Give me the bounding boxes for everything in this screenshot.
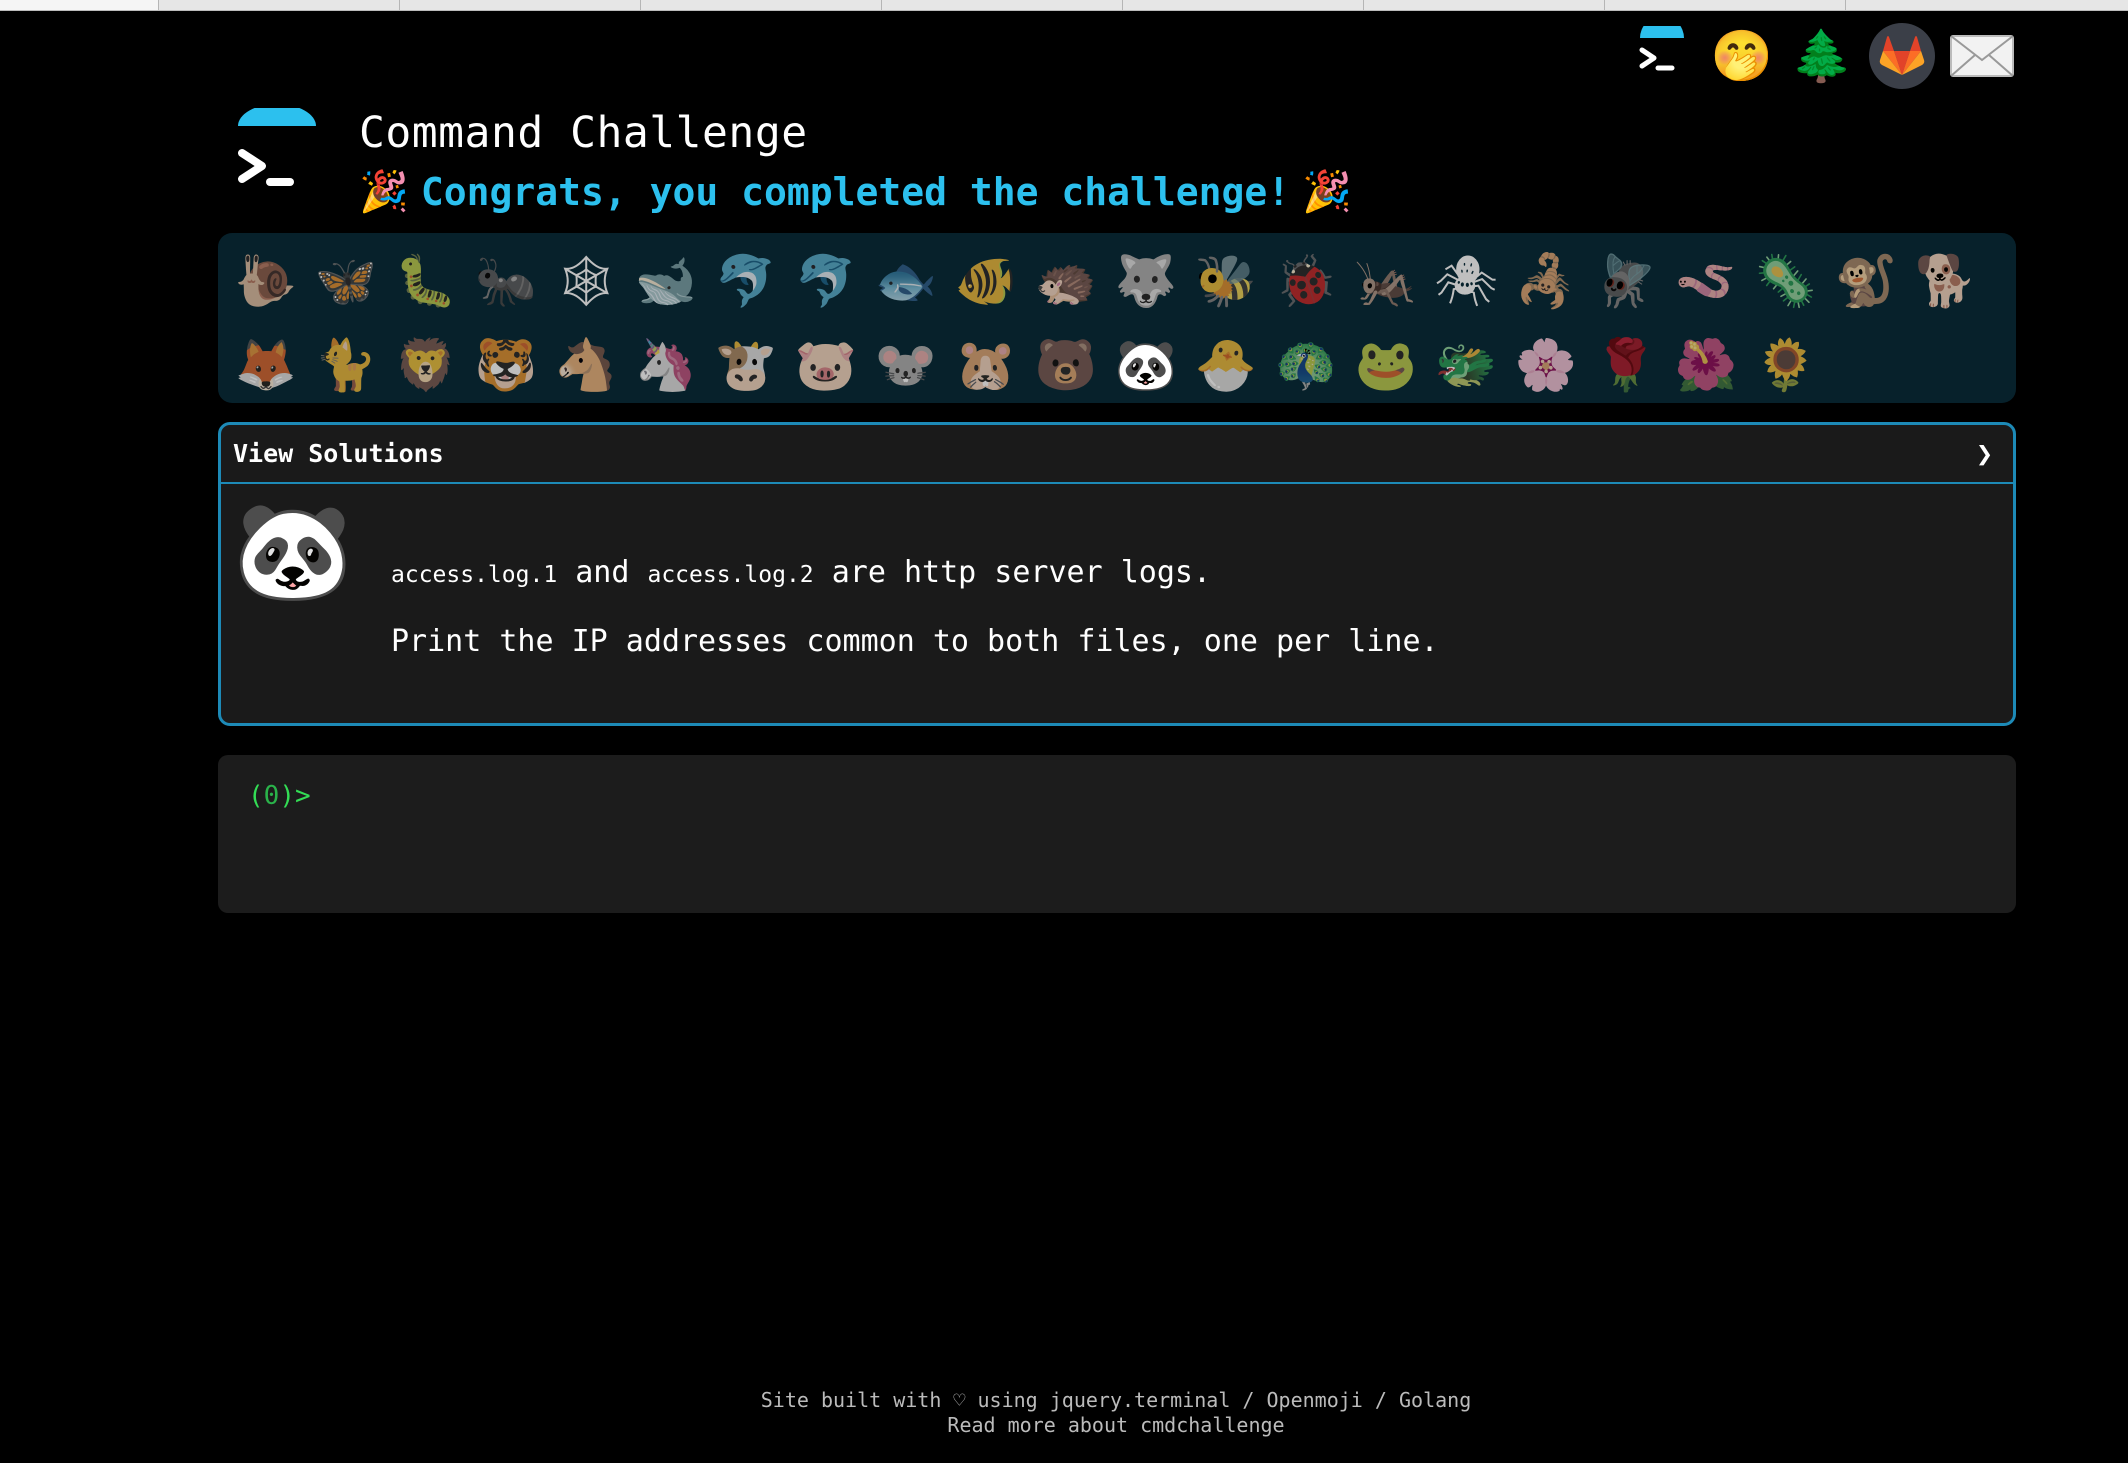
challenge-icon[interactable]: 🐣 [1186, 325, 1266, 405]
party-popper-icon: 🎉 [359, 169, 409, 215]
challenge-icon[interactable]: 🦗 [1346, 241, 1426, 321]
view-solutions-label: View Solutions [233, 439, 444, 468]
browser-tab[interactable] [400, 0, 641, 10]
challenge-icon[interactable]: 🐛 [386, 241, 466, 321]
logo-icon[interactable] [232, 104, 322, 198]
challenge-icon[interactable]: 🐌 [226, 241, 306, 321]
challenge-icon[interactable]: 🐋 [626, 241, 706, 321]
description-text: and [575, 555, 630, 590]
description-line-2: Print the IP addresses common to both fi… [391, 624, 1439, 659]
about-link[interactable]: Read more about cmdchallenge [947, 1413, 1284, 1437]
challenge-icon[interactable]: 🐕 [1906, 241, 1986, 321]
challenge-icon[interactable]: 🐼 [1106, 325, 1186, 405]
prompt-symbol: )> [279, 781, 311, 811]
terminal-input[interactable]: (0)> [218, 755, 2016, 913]
description-text: are http server logs. [831, 555, 1212, 590]
challenge-icon[interactable]: 🌺 [1666, 325, 1746, 405]
challenge-icon[interactable]: 🐴 [546, 325, 626, 405]
challenge-icon[interactable]: 🐷 [786, 325, 866, 405]
challenge-icon[interactable]: 🌹 [1586, 325, 1666, 405]
challenge-icon[interactable]: 🐞 [1266, 241, 1346, 321]
challenge-icon[interactable]: 🐬 [786, 241, 866, 321]
challenge-icon[interactable]: 🐭 [866, 325, 946, 405]
party-popper-icon: 🎉 [1302, 169, 1352, 215]
browser-tab[interactable] [1123, 0, 1364, 10]
challenge-icon[interactable]: 🐟 [866, 241, 946, 321]
file-name: access.log.1 [391, 562, 558, 588]
challenge-icon[interactable]: 🐝 [1186, 241, 1266, 321]
challenge-row: 🦊 🐈 🦁 🐯 🐴 🦄 🐮 🐷 🐭 🐹 🐻 🐼 🐣 🦚 🐸 🐲 🌸 🌹 🌺 🌻 [226, 323, 2016, 407]
jquery-terminal-link[interactable]: jquery.terminal [1050, 1388, 1231, 1412]
file-name: access.log.2 [647, 562, 814, 588]
challenge-icon[interactable]: 🐺 [1106, 241, 1186, 321]
footer-separator: / [1242, 1388, 1255, 1412]
challenge-icon[interactable]: 🕷 [1426, 241, 1506, 321]
view-solutions-toggle[interactable]: View Solutions ❯ [221, 425, 2013, 484]
congrats-text: Congrats, you completed the challenge! [420, 169, 1291, 214]
challenge-icon[interactable]: 🦊 [226, 325, 306, 405]
browser-tab[interactable] [1364, 0, 1605, 10]
challenge-icon[interactable]: 🪱 [1666, 241, 1746, 321]
browser-tab[interactable] [0, 0, 159, 10]
challenge-avatar-icon: 🐼 [233, 495, 353, 607]
prompt-exit-code: 0 [263, 781, 280, 811]
challenge-icon[interactable]: 🐜 [466, 241, 546, 321]
challenge-icon[interactable]: 🐒 [1826, 241, 1906, 321]
footer-line-2: Read more about cmdchallenge [0, 1413, 2128, 1438]
gitlab-logo [1869, 23, 1935, 89]
challenge-icon[interactable]: 🦠 [1746, 241, 1826, 321]
browser-tab[interactable] [159, 0, 400, 10]
challenge-icon[interactable]: 🐠 [946, 241, 1026, 321]
chevron-right-icon: ❯ [1976, 437, 1993, 470]
challenge-icon[interactable]: 🐹 [946, 325, 1026, 405]
footer: Site built with ♡ using jquery.terminal … [0, 1388, 2128, 1438]
secret-icon[interactable]: 🤭 [1702, 16, 1782, 96]
challenge-panel: View Solutions ❯ 🐼 access.log.1 and acce… [218, 422, 2016, 726]
footer-separator: / [1374, 1388, 1387, 1412]
golang-link[interactable]: Golang [1399, 1388, 1471, 1412]
challenge-icon[interactable]: 🌸 [1506, 325, 1586, 405]
challenge-icon[interactable]: 🪰 [1586, 241, 1666, 321]
terminal-prompt: (0)> [248, 781, 311, 811]
challenge-icon[interactable]: 🐻 [1026, 325, 1106, 405]
challenge-icon[interactable]: 🦚 [1266, 325, 1346, 405]
challenge-icon[interactable]: 🐸 [1346, 325, 1426, 405]
challenge-icon[interactable]: 🕸 [546, 241, 626, 321]
challenge-icon[interactable]: 🌻 [1746, 325, 1826, 405]
browser-tab[interactable] [1605, 0, 1846, 10]
page-title: Command Challenge [359, 108, 808, 158]
challenge-icon[interactable]: 🦋 [306, 241, 386, 321]
browser-tab[interactable] [882, 0, 1123, 10]
challenge-icon[interactable]: 🐮 [706, 325, 786, 405]
prompt-paren: ( [248, 781, 264, 811]
tree-icon[interactable]: 🌲 [1782, 16, 1862, 96]
challenge-icon[interactable]: 🦂 [1506, 241, 1586, 321]
description-line-1: access.log.1 and access.log.2 are http s… [391, 553, 1439, 592]
challenge-icon[interactable]: 🦔 [1026, 241, 1106, 321]
footer-line-1: Site built with ♡ using jquery.terminal … [0, 1388, 2128, 1413]
challenge-icon[interactable]: 🐬 [706, 241, 786, 321]
challenge-icon[interactable]: 🐈 [306, 325, 386, 405]
browser-tab-strip [0, 0, 2128, 11]
openmoji-link[interactable]: Openmoji [1267, 1388, 1363, 1412]
challenge-grid: 🐌 🦋 🐛 🐜 🕸 🐋 🐬 🐬 🐟 🐠 🦔 🐺 🐝 🐞 🦗 🕷 🦂 🪰 🪱 🦠 🐒 🐕 🦊 🐈 🦁 🐯 🐴 🦄 🐮 🐷 🐭 🐹 🐻 🐼 🐣 🦚 🐸 🐲 🌸… [218, 233, 2016, 403]
top-nav-icons: 🤭 🌲 [1622, 16, 2022, 96]
congrats-message: 🎉 Congrats, you completed the challenge!… [359, 168, 1352, 215]
challenge-icon[interactable]: 🐯 [466, 325, 546, 405]
gitlab-icon[interactable] [1862, 16, 1942, 96]
challenge-icon[interactable]: 🦄 [626, 325, 706, 405]
browser-tab[interactable] [641, 0, 882, 10]
challenge-description: access.log.1 and access.log.2 are http s… [391, 553, 1439, 691]
challenge-row: 🐌 🦋 🐛 🐜 🕸 🐋 🐬 🐬 🐟 🐠 🦔 🐺 🐝 🐞 🦗 🕷 🦂 🪰 🪱 🦠 🐒 🐕 [226, 239, 2016, 323]
challenge-icon[interactable]: 🦁 [386, 325, 466, 405]
terminal-icon[interactable] [1622, 16, 1702, 96]
footer-text: Site built with ♡ using [760, 1388, 1038, 1412]
challenge-icon[interactable]: 🐲 [1426, 325, 1506, 405]
mail-icon[interactable] [1942, 16, 2022, 96]
